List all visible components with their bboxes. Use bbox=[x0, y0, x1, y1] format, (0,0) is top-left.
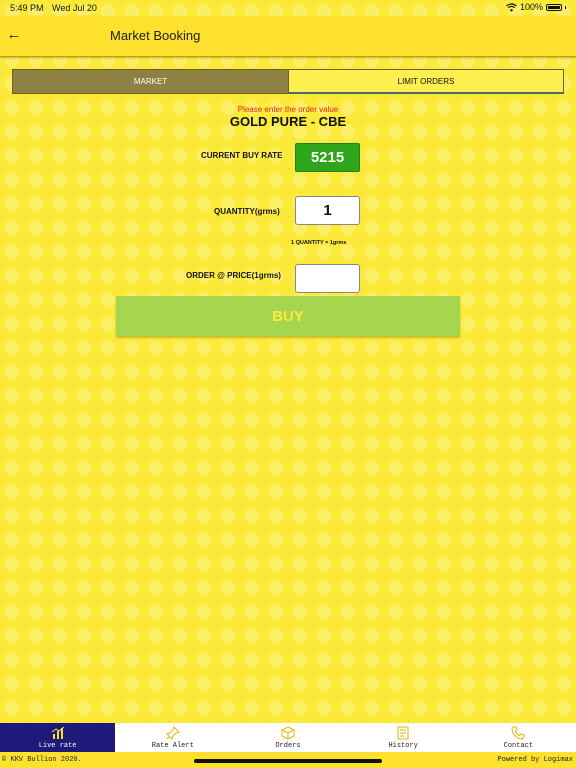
phone-icon bbox=[511, 726, 525, 740]
box-icon bbox=[281, 726, 295, 740]
battery-icon bbox=[546, 3, 562, 11]
bar-chart-icon bbox=[51, 726, 64, 739]
quantity-label: QUANTITY(grms) bbox=[214, 207, 280, 216]
status-date: Wed Jul 20 bbox=[52, 3, 97, 13]
bottom-navigation: Live rate Rate Alert Orders History Cont… bbox=[0, 723, 576, 752]
tab-market[interactable]: MARKET bbox=[13, 70, 288, 93]
app-header: ← Market Booking bbox=[0, 16, 576, 57]
status-bar: 5:49 PM Wed Jul 20 100% bbox=[0, 0, 576, 16]
status-indicators: 100% bbox=[506, 2, 566, 12]
quantity-input[interactable] bbox=[295, 196, 360, 225]
quantity-note: 1 QUANTITY = 1grms bbox=[291, 240, 347, 246]
wifi-icon bbox=[506, 2, 517, 11]
nav-orders[interactable]: Orders bbox=[230, 723, 345, 752]
battery-percent: 100% bbox=[519, 2, 543, 12]
current-buy-rate-value: 5215 bbox=[295, 143, 360, 172]
current-buy-rate-label: CURRENT BUY RATE bbox=[201, 151, 283, 160]
page-title: Market Booking bbox=[110, 28, 201, 43]
order-type-tabs: MARKET LIMIT ORDERS bbox=[12, 69, 564, 94]
nav-history-label: History bbox=[388, 742, 418, 750]
order-price-input[interactable] bbox=[295, 264, 360, 293]
powered-by-text: Powered by Logimax bbox=[497, 756, 573, 764]
nav-orders-label: Orders bbox=[275, 742, 301, 750]
nav-live-rate[interactable]: Live rate bbox=[0, 723, 116, 752]
tab-limit-orders[interactable]: LIMIT ORDERS bbox=[288, 70, 563, 93]
nav-rate-alert[interactable]: Rate Alert bbox=[115, 723, 230, 752]
market-booking-screen: 5:49 PM Wed Jul 20 100% ← Market Booking… bbox=[0, 0, 576, 768]
order-prompt: Please enter the order value bbox=[237, 105, 339, 114]
nav-contact[interactable]: Contact bbox=[461, 723, 576, 752]
nav-contact-label: Contact bbox=[503, 742, 534, 750]
nav-history[interactable]: History bbox=[346, 723, 461, 752]
nav-rate-alert-label: Rate Alert bbox=[151, 742, 194, 750]
arrow-left-icon[interactable]: ← bbox=[6, 26, 22, 44]
battery-cap bbox=[565, 5, 566, 9]
pin-icon bbox=[165, 726, 180, 740]
nav-live-rate-label: Live rate bbox=[38, 742, 77, 750]
document-icon bbox=[397, 726, 409, 740]
order-price-label: ORDER @ PRICE(1grms) bbox=[186, 271, 281, 280]
product-title: GOLD PURE - CBE bbox=[229, 114, 347, 129]
copyright-text: © KKV Bullion 2020. bbox=[2, 756, 82, 764]
buy-button[interactable]: BUY bbox=[116, 296, 460, 336]
home-indicator[interactable] bbox=[194, 759, 382, 763]
status-time: 5:49 PM bbox=[10, 3, 44, 13]
